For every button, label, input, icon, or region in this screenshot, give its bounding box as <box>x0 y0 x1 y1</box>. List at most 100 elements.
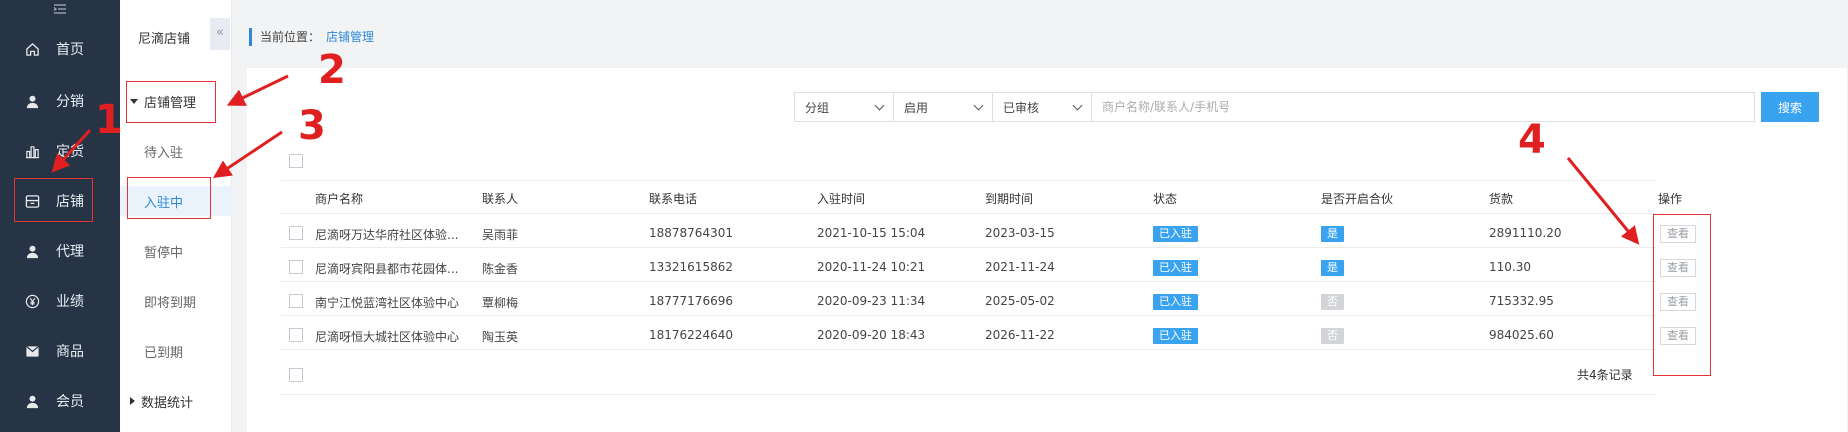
sidebar-item-label: 分销 <box>56 94 84 110</box>
group-select[interactable]: 分组 <box>794 92 894 122</box>
col-header-phone: 联系电话 <box>649 192 698 206</box>
store-title: 尼滴店铺 <box>138 32 191 47</box>
subnav-item-pending[interactable]: 待入驻 <box>120 136 232 166</box>
status-badge: 已入驻 <box>1153 260 1198 276</box>
breadcrumb-label: 当前位置： <box>260 30 321 44</box>
col-header-status: 状态 <box>1153 192 1178 206</box>
status-badge: 已入驻 <box>1153 328 1198 344</box>
cell-start-time: 2020-09-23 11:34 <box>817 294 926 308</box>
subnav-item-label: 已到期 <box>144 345 184 361</box>
col-header-amount: 货款 <box>1489 192 1514 206</box>
divider <box>281 247 1656 248</box>
row-checkbox[interactable] <box>289 294 303 308</box>
store-list-panel: 分组 启用 已审核 搜索 商户名称 联系人 <box>247 68 1847 432</box>
collapse-sidebar-button[interactable]: « <box>210 18 230 50</box>
cell-amount: 2891110.20 <box>1489 226 1562 240</box>
cell-phone: 18878764301 <box>649 226 733 240</box>
main-content: 当前位置： 店铺管理 分组 启用 已审核 搜索 <box>245 0 1848 432</box>
chevron-down-icon <box>973 100 984 110</box>
cell-start-time: 2021-10-15 15:04 <box>817 226 926 240</box>
subnav-item-expired[interactable]: 已到期 <box>120 336 232 366</box>
subnav-group-data-stats[interactable]: 数据统计 <box>120 386 232 416</box>
cell-name: 尼滴呀恒大城社区体验中心 <box>315 330 460 344</box>
divider <box>281 180 1656 181</box>
col-header-name: 商户名称 <box>315 192 364 206</box>
annotation-number-3: 3 <box>298 103 326 149</box>
annotation-box-view-buttons <box>1653 214 1711 376</box>
annotation-number-1: 1 <box>95 97 123 143</box>
bar-chart-icon <box>24 143 40 159</box>
app-root: 首页 分销 定货 店铺 代理 业绩 商品 会员 尼滴店铺 店铺管理 待入驻 入驻… <box>0 0 1848 432</box>
sidebar-item-label: 代理 <box>56 244 84 260</box>
sidebar-item-label: 定货 <box>56 144 84 160</box>
cell-name: 尼滴呀万达华府社区体验... <box>315 228 459 242</box>
double-chevron-left-icon: « <box>216 25 224 40</box>
cell-contact: 覃柳梅 <box>482 296 519 310</box>
user-icon <box>24 243 40 259</box>
subnav-item-paused[interactable]: 暂停中 <box>120 236 232 266</box>
home-icon <box>24 41 40 57</box>
sidebar-item-member[interactable]: 会员 <box>0 376 120 426</box>
sidebar-item-agent[interactable]: 代理 <box>0 226 120 276</box>
partner-badge: 否 <box>1321 328 1344 344</box>
cell-phone: 13321615862 <box>649 260 733 274</box>
user-icon <box>24 393 40 409</box>
caret-right-icon <box>130 397 135 405</box>
cell-end-time: 2026-11-22 <box>985 328 1055 342</box>
cell-contact: 吴雨菲 <box>482 228 519 242</box>
cell-end-time: 2023-03-15 <box>985 226 1055 240</box>
sidebar-item-goods[interactable]: 商品 <box>0 326 120 376</box>
cell-contact: 陶玉英 <box>482 330 519 344</box>
sidebar-item-label: 首页 <box>56 42 84 58</box>
row-checkbox[interactable] <box>289 260 303 274</box>
cell-amount: 715332.95 <box>1489 294 1554 308</box>
status-badge: 已入驻 <box>1153 226 1198 242</box>
sidebar-item-home[interactable]: 首页 <box>0 24 120 74</box>
divider <box>281 281 1656 282</box>
divider <box>281 394 1656 395</box>
col-header-start-time: 入驻时间 <box>817 192 866 206</box>
annotation-box-store <box>14 178 93 222</box>
chevron-down-icon <box>1072 100 1083 110</box>
menu-collapse-icon[interactable] <box>0 0 120 22</box>
sidebar-item-performance[interactable]: 业绩 <box>0 276 120 326</box>
row-checkbox[interactable] <box>289 328 303 342</box>
partner-badge: 是 <box>1321 260 1344 276</box>
record-count: 共4条记录 <box>1577 368 1633 382</box>
breadcrumb: 当前位置： 店铺管理 <box>249 28 374 46</box>
annotation-box-settling <box>127 177 211 219</box>
cell-end-time: 2021-11-24 <box>985 260 1055 274</box>
yen-icon <box>24 293 40 309</box>
partner-badge: 是 <box>1321 226 1344 242</box>
search-button[interactable]: 搜索 <box>1761 92 1819 122</box>
breadcrumb-current[interactable]: 店铺管理 <box>326 30 374 44</box>
cell-amount: 110.30 <box>1489 260 1531 274</box>
search-input[interactable] <box>1091 92 1755 122</box>
subnav-item-label: 即将到期 <box>144 295 197 311</box>
audit-select[interactable]: 已审核 <box>992 92 1092 122</box>
cell-start-time: 2020-11-24 10:21 <box>817 260 926 274</box>
divider <box>281 213 1656 214</box>
cell-phone: 18777176696 <box>649 294 733 308</box>
partner-badge: 否 <box>1321 294 1344 310</box>
cell-contact: 陈金香 <box>482 262 519 276</box>
subnav-item-expiring[interactable]: 即将到期 <box>120 286 232 316</box>
select-all-checkbox[interactable] <box>289 154 303 168</box>
row-checkbox[interactable] <box>289 226 303 240</box>
sidebar-item-label: 会员 <box>56 394 84 410</box>
chevron-down-icon <box>874 100 885 110</box>
cell-phone: 18176224640 <box>649 328 733 342</box>
cell-end-time: 2025-05-02 <box>985 294 1055 308</box>
subnav-item-label: 暂停中 <box>144 245 184 261</box>
divider <box>281 349 1656 350</box>
col-header-end-time: 到期时间 <box>985 192 1034 206</box>
footer-select-all-checkbox[interactable] <box>289 368 303 382</box>
annotation-box-store-management <box>126 81 216 123</box>
sidebar-item-label: 业绩 <box>56 294 84 310</box>
cell-amount: 984025.60 <box>1489 328 1554 342</box>
col-header-contact: 联系人 <box>482 192 519 206</box>
annotation-number-2: 2 <box>318 47 346 93</box>
col-header-partner: 是否开启合伙 <box>1321 192 1394 206</box>
cell-start-time: 2020-09-20 18:43 <box>817 328 926 342</box>
enable-select[interactable]: 启用 <box>893 92 993 122</box>
